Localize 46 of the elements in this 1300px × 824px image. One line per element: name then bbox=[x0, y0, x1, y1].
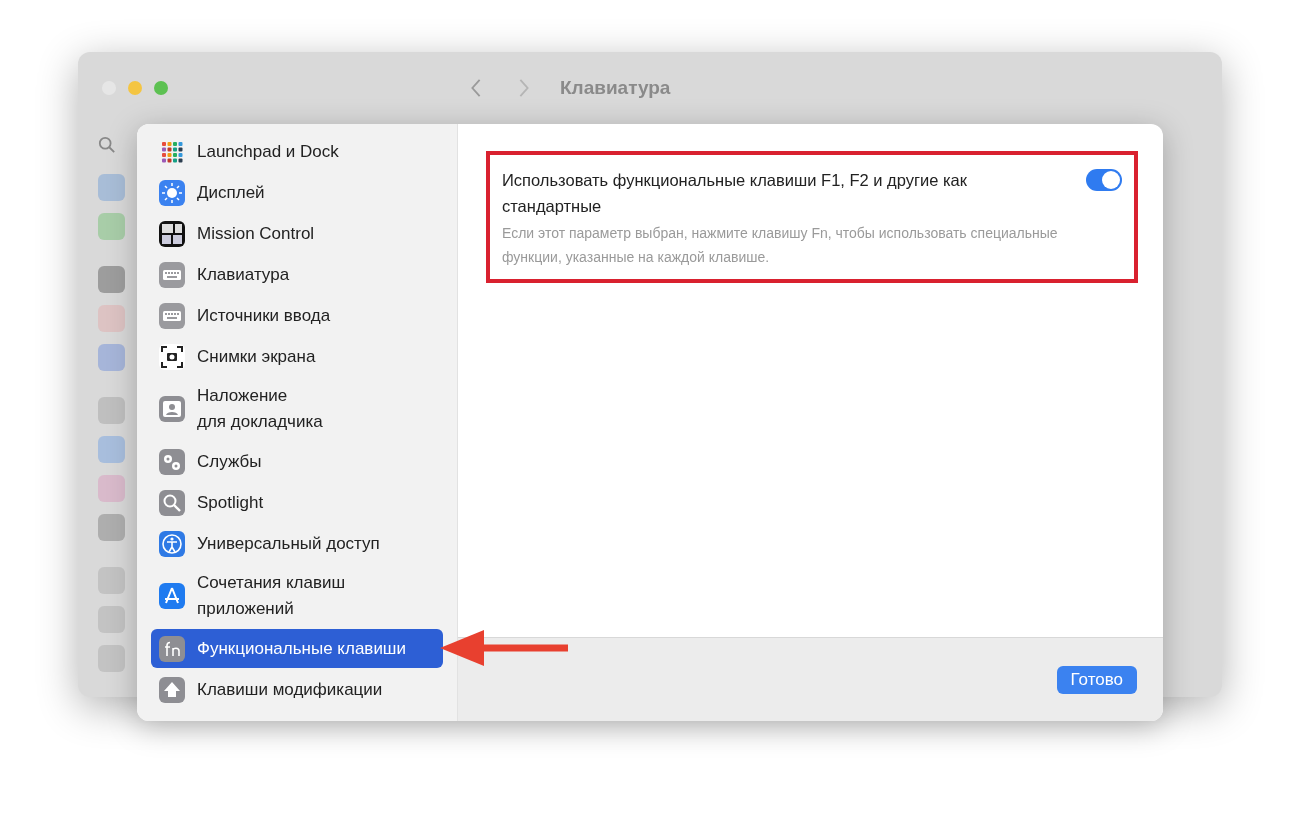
app-icon bbox=[98, 645, 125, 672]
setting-title: Использовать функциональные клавиши F1, F2 и другие как стандартные bbox=[502, 170, 968, 217]
sidebar-item[interactable]: Mission Control bbox=[151, 214, 443, 253]
app-icon bbox=[98, 397, 125, 424]
app-icon bbox=[98, 266, 125, 293]
search-icon[interactable] bbox=[98, 136, 116, 154]
toggle-switch[interactable] bbox=[1086, 169, 1122, 191]
person-icon bbox=[159, 396, 185, 422]
sidebar-item[interactable]: Источники ввода bbox=[151, 296, 443, 335]
camera-icon bbox=[159, 343, 185, 370]
zoom-light-icon[interactable] bbox=[154, 81, 168, 95]
sidebar-item[interactable]: Launchpad и Dock bbox=[151, 132, 443, 171]
sidebar-item[interactable]: Снимки экрана bbox=[151, 337, 443, 376]
gears-icon bbox=[159, 448, 185, 475]
sidebar-item[interactable]: Функциональные клавиши bbox=[151, 629, 443, 668]
sun-icon bbox=[159, 179, 185, 206]
window-title: Клавиатура bbox=[560, 77, 671, 99]
minimize-light-icon[interactable] bbox=[128, 81, 142, 95]
done-button[interactable]: Готово bbox=[1056, 665, 1137, 694]
sidebar-item[interactable]: Дисплей bbox=[151, 173, 443, 212]
fn-icon bbox=[159, 635, 185, 662]
app-icon bbox=[98, 436, 125, 463]
sidebar-item[interactable]: Сочетания клавиш приложений bbox=[151, 565, 443, 627]
app-icon bbox=[98, 174, 125, 201]
sidebar-item[interactable]: Универсальный доступ bbox=[151, 524, 443, 563]
sidebar-item[interactable]: Службы bbox=[151, 442, 443, 481]
keyboard-icon bbox=[159, 261, 185, 288]
app-icon bbox=[98, 567, 125, 594]
person-circle-icon bbox=[159, 530, 185, 557]
app-icon bbox=[98, 344, 125, 371]
setting-description: Если этот параметр выбран, нажмите клавишу Fn, чтобы использовать специальные функции, указанные на каждой клавише. bbox=[502, 224, 1059, 267]
sidebar-item[interactable]: Клавиатура bbox=[151, 255, 443, 294]
letter-a-icon bbox=[159, 583, 185, 609]
search-icon bbox=[159, 489, 185, 516]
sidebar-item[interactable]: Клавиши модификации bbox=[151, 670, 443, 709]
app-icon bbox=[98, 305, 125, 332]
app-icon bbox=[98, 606, 125, 633]
back-icon[interactable] bbox=[470, 78, 482, 98]
app-icon bbox=[98, 213, 125, 240]
windows-icon bbox=[159, 220, 185, 247]
sidebar-item[interactable]: Наложение для докладчика bbox=[151, 378, 443, 440]
keyboard-icon bbox=[159, 302, 185, 329]
forward-icon[interactable] bbox=[518, 78, 530, 98]
app-icon bbox=[98, 514, 125, 541]
sidebar-item[interactable]: Spotlight bbox=[151, 483, 443, 522]
app-icon bbox=[98, 475, 125, 502]
